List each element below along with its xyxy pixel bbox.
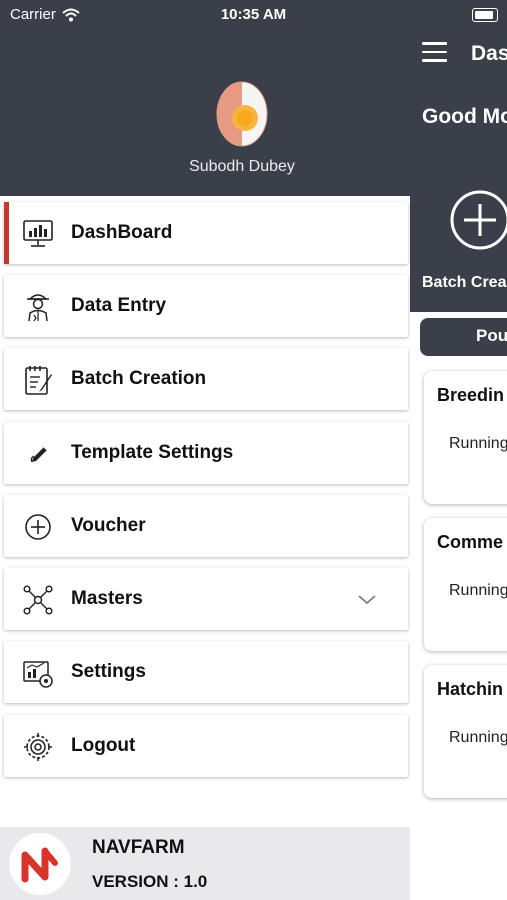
menu-label-voucher: Voucher [71, 515, 146, 536]
menu-item-settings[interactable]: Settings [4, 641, 408, 703]
dashboard-screen[interactable]: Das Good Mo Batch Crea Poult Breedin Run… [408, 0, 507, 900]
dashboard-icon [23, 220, 53, 247]
logout-gear-icon [24, 733, 52, 761]
commercial-card[interactable]: Comme Running [424, 518, 507, 651]
brand-name: NAVFARM [92, 837, 185, 858]
menu-item-logout[interactable]: Logout [4, 715, 408, 777]
card-status: Running [449, 729, 507, 746]
app-version: VERSION : 1.0 [92, 872, 208, 891]
card-status: Running [449, 435, 507, 452]
screen-title: Das [471, 42, 507, 65]
hatchery-card[interactable]: Hatchin Running [424, 665, 507, 798]
navfarm-logo [9, 833, 71, 895]
network-icon [23, 585, 53, 615]
menu-item-template-settings[interactable]: Template Settings [4, 422, 408, 484]
menu-label-template-settings: Template Settings [71, 442, 234, 463]
navfarm-logo-icon [21, 847, 58, 883]
breeding-card[interactable]: Breedin Running [424, 371, 507, 504]
menu-item-dashboard[interactable]: DashBoard [4, 202, 408, 264]
card-status: Running [449, 582, 507, 599]
navigation-drawer: Subodh Dubey DashBoard Data Entry Batch … [0, 0, 410, 900]
card-title: Hatchin [437, 679, 504, 699]
batch-create-label: Batch Crea [422, 274, 507, 291]
menu-item-masters[interactable]: Masters [4, 568, 408, 630]
menu-label-data-entry: Data Entry [71, 295, 167, 316]
plus-circle-icon [25, 514, 51, 540]
menu-label-dashboard: DashBoard [71, 222, 173, 243]
user-name: Subodh Dubey [189, 158, 295, 175]
menu-label-logout: Logout [71, 735, 136, 756]
egg-avatar-icon [216, 81, 268, 147]
chevron-down-icon[interactable] [356, 590, 378, 608]
menu-label-masters: Masters [71, 588, 143, 609]
menu-item-batch-creation[interactable]: Batch Creation [4, 348, 408, 410]
tab-poultry-label: Poult [476, 326, 507, 345]
clock: 10:35 AM [220, 6, 287, 23]
card-title: Comme [437, 532, 504, 552]
menu-item-voucher[interactable]: Voucher [4, 495, 408, 557]
notepad-icon [25, 366, 52, 395]
pen-icon [30, 446, 48, 463]
greeting-text: Good Mo [422, 105, 507, 128]
batch-create-button-icon[interactable] [450, 190, 507, 250]
avatar[interactable] [201, 74, 283, 152]
drawer-footer: NAVFARM VERSION : 1.0 [0, 827, 410, 900]
farmer-icon [27, 294, 49, 322]
status-bar: Carrier 10:35 AM [0, 0, 410, 30]
menu-item-data-entry[interactable]: Data Entry [4, 275, 408, 337]
dashboard-header: Das Good Mo Batch Crea [408, 0, 507, 312]
settings-chart-icon [23, 661, 53, 688]
card-title: Breedin [437, 385, 505, 405]
menu-label-batch-creation: Batch Creation [71, 368, 207, 389]
hamburger-menu-icon[interactable] [422, 42, 447, 62]
tab-poultry[interactable]: Poult [420, 318, 507, 356]
menu-label-settings: Settings [71, 661, 146, 682]
